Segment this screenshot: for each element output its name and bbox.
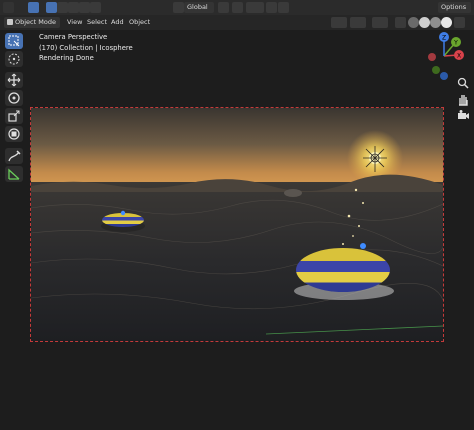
orientation-label: Global — [187, 3, 208, 11]
gizmo-icon[interactable] — [350, 17, 366, 28]
scale-icon — [8, 110, 20, 122]
select-box-icon — [8, 35, 20, 47]
viewport-header: Object Mode View Select Add Object — [0, 15, 474, 30]
tool-cursor[interactable] — [5, 51, 23, 67]
rendered-ocean-scene — [31, 108, 443, 341]
gizmo-neg-x-handle[interactable] — [428, 53, 436, 61]
move-icon — [7, 73, 21, 87]
tool-move[interactable] — [5, 72, 23, 88]
menu-add[interactable]: Add — [111, 17, 124, 27]
select-intersect-icon[interactable] — [90, 2, 101, 13]
cursor-icon — [8, 53, 20, 65]
render-status-label: Rendering Done — [39, 54, 94, 62]
gizmo-neg-y-handle[interactable] — [432, 66, 440, 74]
view-name-label: Camera Perspective — [39, 33, 108, 41]
visibility-icon[interactable] — [331, 17, 347, 28]
tool-transform[interactable] — [5, 126, 23, 142]
tool-annotate[interactable] — [5, 148, 23, 164]
zoom-icon — [457, 77, 469, 89]
editor-type-icon[interactable] — [3, 2, 14, 13]
pan-button[interactable] — [456, 92, 470, 106]
options-dropdown[interactable]: Options — [438, 2, 471, 13]
snap-target-icon[interactable] — [246, 2, 264, 13]
camera-frame — [30, 107, 444, 342]
collection-object-label: (170) Collection | Icosphere — [39, 44, 133, 52]
gizmo-y-label: Y — [453, 40, 458, 47]
xray-icon[interactable] — [395, 17, 406, 28]
gizmo-neg-z-handle[interactable] — [440, 72, 448, 80]
shading-solid-icon[interactable] — [419, 17, 430, 28]
annotate-icon — [8, 150, 21, 162]
gizmo-x-label: X — [457, 53, 461, 60]
proportional-edit-icon[interactable] — [266, 2, 277, 13]
hand-icon — [459, 95, 468, 106]
tool-select-box[interactable] — [5, 33, 23, 49]
menu-view[interactable]: View — [67, 17, 82, 27]
select-invert-icon[interactable] — [79, 2, 90, 13]
tool-measure[interactable] — [5, 166, 23, 182]
pivot-icon[interactable] — [218, 2, 229, 13]
overlay-icon[interactable] — [372, 17, 388, 28]
camera-view-button[interactable] — [456, 108, 470, 122]
menu-object[interactable]: Object — [129, 17, 150, 27]
select-tool-icon[interactable] — [28, 2, 39, 13]
mode-label: Object Mode — [15, 18, 56, 26]
measure-icon — [8, 168, 20, 180]
options-label: Options — [441, 3, 467, 11]
mode-dropdown[interactable]: Object Mode — [4, 17, 60, 28]
orientation-dropdown[interactable]: Global — [184, 2, 214, 13]
shading-rendered-icon[interactable] — [441, 17, 452, 28]
camera-icon — [458, 110, 469, 119]
select-new-icon[interactable] — [46, 2, 57, 13]
shading-wireframe-icon[interactable] — [408, 17, 419, 28]
shading-options-icon[interactable] — [454, 17, 465, 28]
gizmo-z-label: Z — [442, 35, 446, 42]
object-mode-icon — [7, 18, 13, 25]
tool-scale[interactable] — [5, 108, 23, 124]
zoom-button[interactable] — [456, 76, 470, 90]
menu-select[interactable]: Select — [87, 17, 107, 27]
top-header: Global Options — [0, 0, 474, 15]
select-extend-icon[interactable] — [57, 2, 68, 13]
transform-icon — [8, 128, 20, 140]
tool-rotate[interactable] — [5, 90, 23, 106]
select-subtract-icon[interactable] — [68, 2, 79, 13]
orientation-icon[interactable] — [173, 2, 184, 13]
shading-material-icon[interactable] — [430, 17, 441, 28]
snap-toggle-icon[interactable] — [232, 2, 243, 13]
falloff-icon[interactable] — [278, 2, 289, 13]
rotate-icon — [8, 92, 20, 104]
